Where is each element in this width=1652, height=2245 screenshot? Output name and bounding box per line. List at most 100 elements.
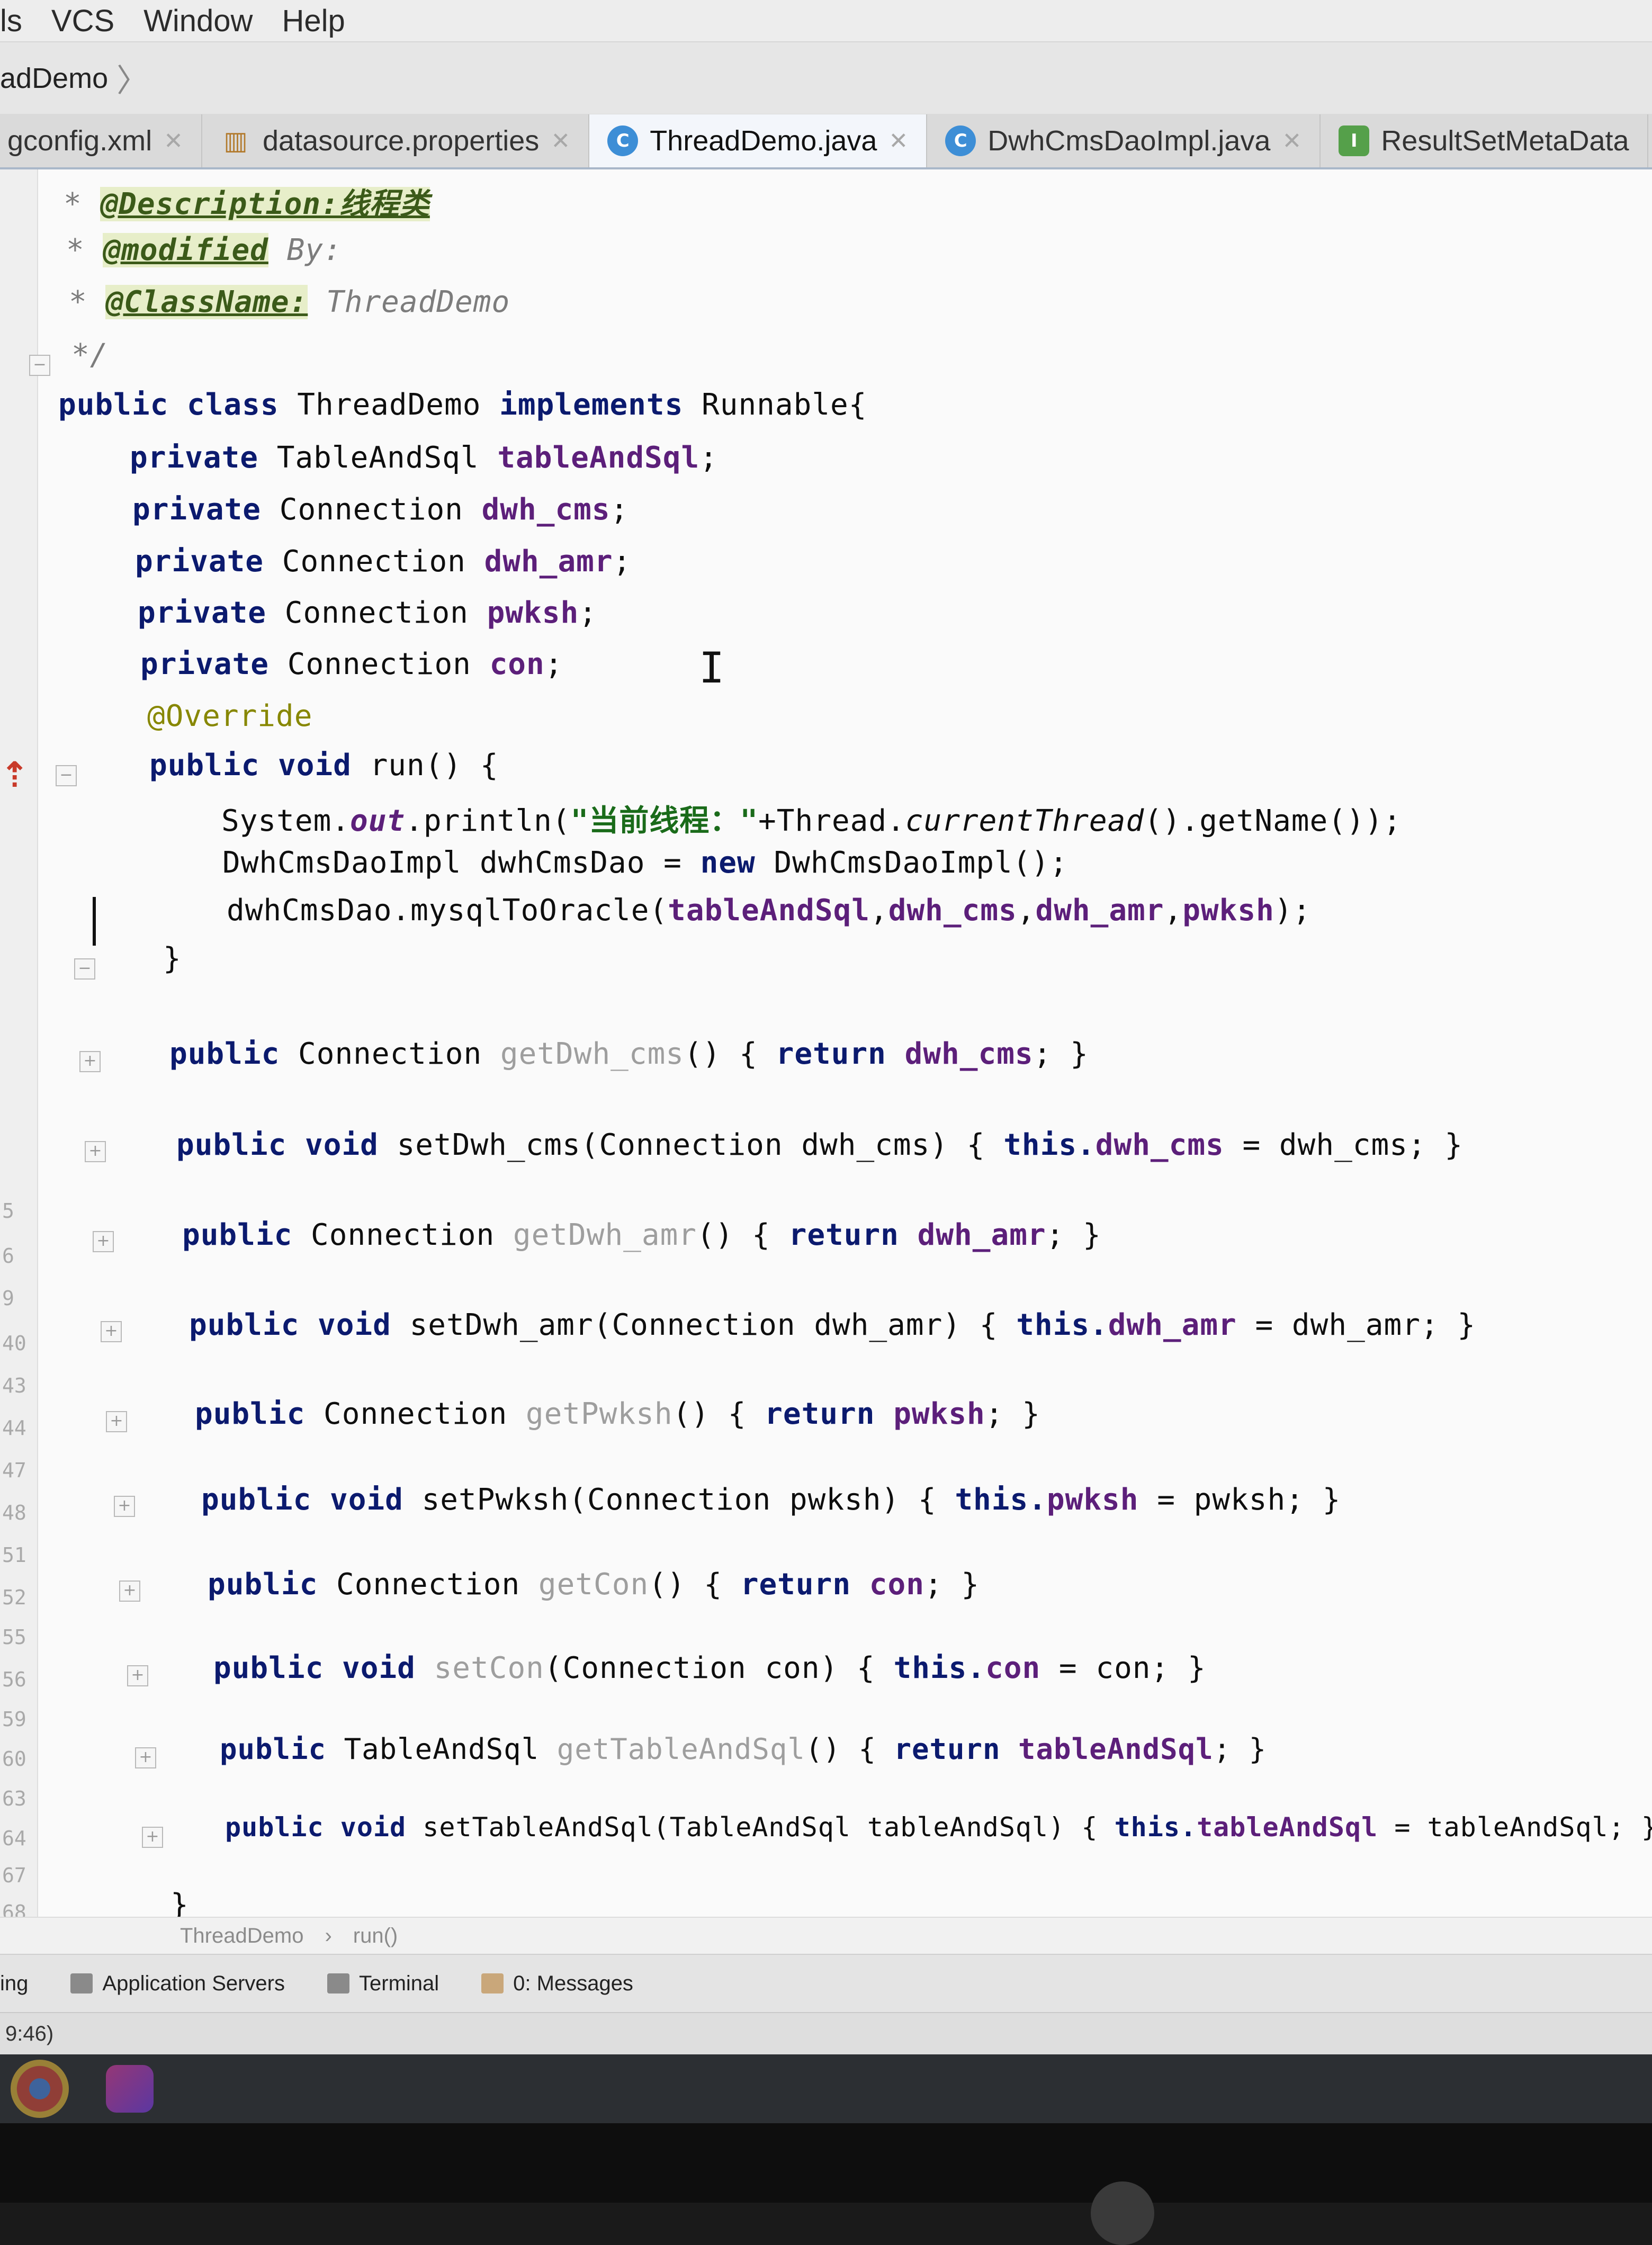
code-token: getCon xyxy=(538,1567,649,1602)
fold-expand-icon[interactable]: + xyxy=(85,1141,106,1162)
terminal-icon xyxy=(327,1973,349,1993)
tool-window-application-servers[interactable]: Application Servers xyxy=(70,1972,285,1996)
code-token: ThreadDemo xyxy=(308,285,510,319)
tool-window-label: ing xyxy=(0,1971,29,1995)
tab-dwhcmsdaoimpl-java[interactable]: C DwhCmsDaoImpl.java ✕ xyxy=(927,114,1321,167)
line-number: 67 xyxy=(2,1864,26,1887)
code-token: public void xyxy=(201,1483,403,1517)
breadcrumb-project[interactable]: adDemo xyxy=(0,62,108,95)
code-token: private xyxy=(135,544,264,579)
chrome-icon[interactable] xyxy=(11,2060,69,2118)
code-line: public Connection getPwksh() { return pw… xyxy=(195,1397,1040,1431)
code-token: public void xyxy=(189,1308,391,1342)
fold-expand-icon[interactable]: + xyxy=(135,1747,156,1768)
text-caret xyxy=(93,897,96,946)
breadcrumb-separator: › xyxy=(325,1924,332,1947)
tool-window-bar: ing Application Servers Terminal 0: Mess… xyxy=(0,1954,1652,2012)
line-number: 6 xyxy=(2,1244,14,1268)
line-number: 40 xyxy=(2,1332,26,1355)
ide-app-icon[interactable] xyxy=(106,2065,154,2113)
breadcrumb-class[interactable]: ThreadDemo xyxy=(180,1924,303,1948)
code-token: * xyxy=(66,233,103,267)
tool-window-partial[interactable]: ing xyxy=(0,1972,28,1996)
code-line: * @ClassName: ThreadDemo xyxy=(69,285,510,319)
fold-expand-icon[interactable]: + xyxy=(106,1411,127,1432)
code-token: = dwh_cms; } xyxy=(1224,1128,1464,1162)
tool-window-terminal[interactable]: Terminal xyxy=(327,1972,439,1996)
fold-collapse-icon[interactable]: − xyxy=(56,765,77,786)
code-token: public class xyxy=(58,388,279,422)
tool-window-label: Application Servers xyxy=(102,1971,285,1995)
menu-item-help[interactable]: Help xyxy=(282,3,345,39)
menu-item-window[interactable]: Window xyxy=(143,3,253,39)
code-token: Connection xyxy=(261,492,482,527)
tab-label: ResultSetMetaData xyxy=(1381,125,1629,157)
messages-icon xyxy=(481,1973,504,1993)
code-token: dwh_cms xyxy=(481,492,610,527)
close-icon[interactable]: ✕ xyxy=(888,128,908,155)
code-token: pwksh xyxy=(487,596,579,630)
code-token: pwksh xyxy=(1046,1483,1139,1517)
navigation-bar: adDemo 〉 xyxy=(0,42,1652,115)
code-line: dwhCmsDao.mysqlToOracle(tableAndSql,dwh_… xyxy=(227,893,1311,928)
fold-expand-icon[interactable]: + xyxy=(119,1581,140,1602)
code-token: return xyxy=(776,1037,886,1071)
line-number: 63 xyxy=(2,1787,26,1810)
code-editor[interactable]: 5 6 9 40 43 44 47 48 51 52 55 56 59 60 6… xyxy=(0,169,1652,1954)
monitor-logo-icon xyxy=(1091,2181,1154,2245)
tab-resultsetmetadata[interactable]: I ResultSetMetaData xyxy=(1321,114,1648,167)
javadoc-tag: @modified xyxy=(103,233,268,267)
code-token: con xyxy=(489,647,545,681)
fold-expand-icon[interactable]: + xyxy=(142,1827,163,1848)
code-line: * @Description:线程类 xyxy=(64,180,430,223)
fold-end-icon[interactable]: − xyxy=(74,958,95,980)
javadoc-tag: @Description:线程类 xyxy=(100,187,430,221)
code-token: new xyxy=(700,846,756,880)
close-icon[interactable]: ✕ xyxy=(164,128,183,155)
tab-threaddemo-java[interactable]: C ThreadDemo.java ✕ xyxy=(589,114,928,167)
close-icon[interactable]: ✕ xyxy=(551,128,570,155)
tool-window-messages[interactable]: 0: Messages xyxy=(481,1972,633,1996)
tab-label: ThreadDemo.java xyxy=(650,125,877,157)
code-token: ().getName()); xyxy=(1144,804,1402,838)
code-line: private TableAndSql tableAndSql; xyxy=(130,441,718,475)
close-icon[interactable]: ✕ xyxy=(1282,128,1301,155)
line-number: 9 xyxy=(2,1287,14,1310)
fold-expand-icon[interactable]: + xyxy=(79,1051,101,1072)
line-number: 60 xyxy=(2,1747,26,1771)
tab-label: gconfig.xml xyxy=(7,125,152,157)
properties-file-icon: ▥ xyxy=(223,126,248,156)
ide-screen: ls VCS Window Help adDemo 〉 gconfig.xml … xyxy=(0,0,1652,2054)
caret-position[interactable]: 9:46) xyxy=(5,2022,53,2046)
tab-gconfig-xml[interactable]: gconfig.xml ✕ xyxy=(0,114,202,167)
code-line: System.out.println("当前线程："+Thread.curren… xyxy=(221,797,1402,840)
tab-label: DwhCmsDaoImpl.java xyxy=(987,125,1271,157)
code-token: this. xyxy=(1016,1308,1108,1342)
code-line: private Connection dwh_amr; xyxy=(135,544,631,579)
code-token: () { xyxy=(805,1732,894,1766)
fold-expand-icon[interactable]: + xyxy=(101,1321,122,1342)
fold-expand-icon[interactable]: + xyxy=(114,1496,135,1517)
fold-expand-icon[interactable]: + xyxy=(127,1665,148,1686)
menu-item-vcs[interactable]: VCS xyxy=(51,3,114,39)
fold-end-icon[interactable]: − xyxy=(29,355,50,376)
code-token: this. xyxy=(1003,1128,1096,1162)
code-token: this. xyxy=(955,1483,1047,1517)
code-token: tableAndSql xyxy=(497,441,700,475)
code-token: ; } xyxy=(1046,1218,1101,1252)
javadoc-tag: @ClassName: xyxy=(105,285,308,319)
code-token: } xyxy=(163,941,182,976)
code-line: DwhCmsDaoImpl dwhCmsDao = new DwhCmsDaoI… xyxy=(222,846,1068,880)
code-token: ; xyxy=(544,647,563,681)
tab-datasource-properties[interactable]: ▥ datasource.properties ✕ xyxy=(202,114,590,167)
breadcrumb-method[interactable]: run() xyxy=(353,1924,398,1948)
code-token: dwh_amr xyxy=(1108,1308,1237,1342)
code-token: setCon xyxy=(434,1651,544,1685)
fold-expand-icon[interactable]: + xyxy=(93,1231,114,1252)
monitor-bezel xyxy=(0,2123,1652,2245)
code-token: dwh_cms xyxy=(1095,1128,1224,1162)
menu-item-tools[interactable]: ls xyxy=(0,3,22,39)
override-method-icon[interactable]: ⇡ xyxy=(0,755,29,795)
